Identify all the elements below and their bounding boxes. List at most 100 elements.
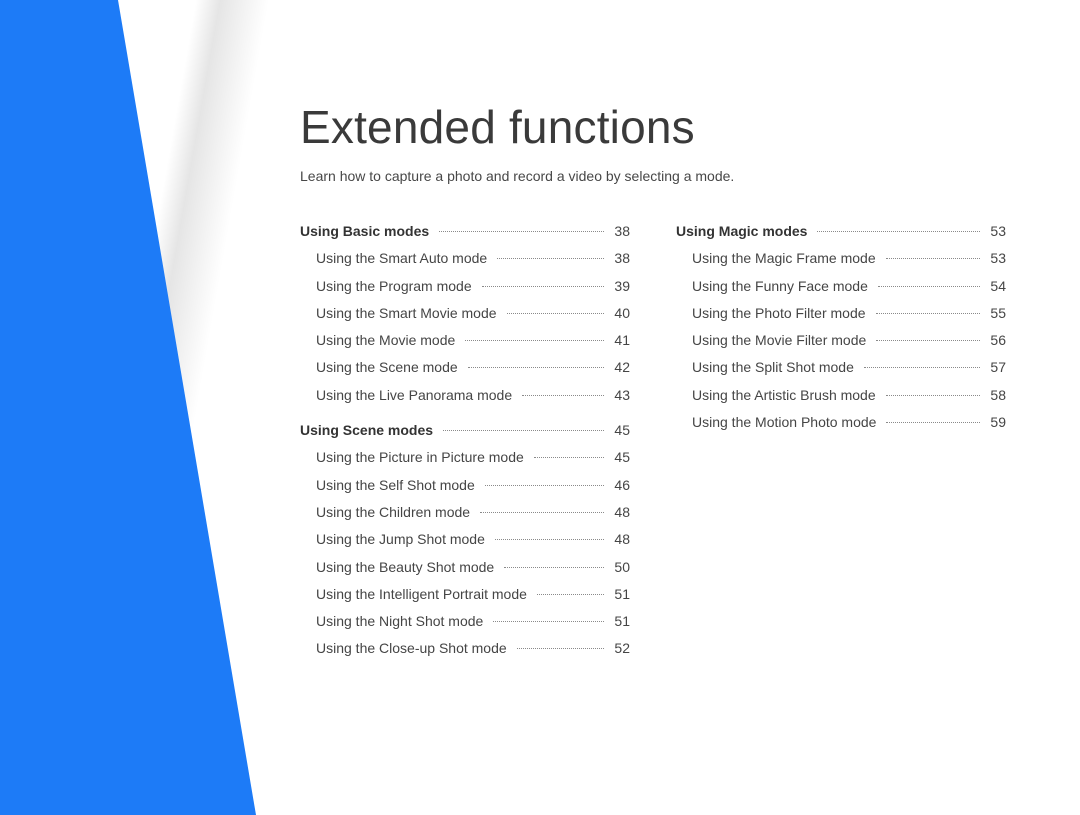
toc-dot-leader bbox=[522, 395, 604, 396]
toc-label: Using the Picture in Picture mode bbox=[300, 444, 530, 471]
toc-label: Using the Beauty Shot mode bbox=[300, 554, 500, 581]
toc-entry[interactable]: Using the Self Shot mode 46 bbox=[300, 472, 630, 499]
toc-label: Using the Motion Photo mode bbox=[676, 409, 882, 436]
toc-page-number: 58 bbox=[984, 382, 1006, 409]
toc-page-number: 51 bbox=[608, 608, 630, 635]
page-content: Extended functions Learn how to capture … bbox=[300, 100, 1020, 671]
toc-label: Using the Artistic Brush mode bbox=[676, 382, 882, 409]
toc-dot-leader bbox=[886, 395, 981, 396]
toc-entry[interactable]: Using the Program mode 39 bbox=[300, 273, 630, 300]
toc-page-number: 51 bbox=[608, 581, 630, 608]
toc-label: Using the Program mode bbox=[300, 273, 478, 300]
toc-dot-leader bbox=[534, 457, 605, 458]
toc-section: Using Scene modes45Using the Picture in … bbox=[300, 417, 630, 663]
toc-dot-leader bbox=[497, 258, 604, 259]
toc-label: Using the Split Shot mode bbox=[676, 354, 860, 381]
toc-dot-leader bbox=[864, 367, 981, 368]
toc-entry[interactable]: Using the Night Shot mode 51 bbox=[300, 608, 630, 635]
toc-dot-leader bbox=[439, 231, 604, 232]
toc-entry[interactable]: Using the Smart Movie mode40 bbox=[300, 300, 630, 327]
toc-page-number: 38 bbox=[608, 245, 630, 272]
toc-entry[interactable]: Using the Live Panorama mode 43 bbox=[300, 382, 630, 409]
toc-dot-leader bbox=[537, 594, 605, 595]
toc-page-number: 52 bbox=[608, 635, 630, 662]
toc-page-number: 53 bbox=[984, 218, 1006, 245]
toc-page-number: 45 bbox=[608, 417, 630, 444]
toc-label: Using the Movie mode bbox=[300, 327, 461, 354]
toc-section: Using Magic modes53Using the Magic Frame… bbox=[676, 218, 1006, 436]
page-title: Extended functions bbox=[300, 100, 1020, 154]
toc-section-header[interactable]: Using Basic modes38 bbox=[300, 218, 630, 245]
toc-dot-leader bbox=[485, 485, 605, 486]
toc-label: Using the Close-up Shot mode bbox=[300, 635, 513, 662]
toc-dot-leader bbox=[465, 340, 604, 341]
toc-label: Using Magic modes bbox=[676, 218, 813, 245]
toc-label: Using the Jump Shot mode bbox=[300, 526, 491, 553]
toc-entry[interactable]: Using the Jump Shot mode 48 bbox=[300, 526, 630, 553]
toc-entry[interactable]: Using the Movie mode 41 bbox=[300, 327, 630, 354]
toc-page-number: 48 bbox=[608, 526, 630, 553]
toc-dot-leader bbox=[493, 621, 604, 622]
toc-section-header[interactable]: Using Magic modes 53 bbox=[676, 218, 1006, 245]
toc-label: Using the Self Shot mode bbox=[300, 472, 481, 499]
toc-page-number: 55 bbox=[984, 300, 1006, 327]
toc-page-number: 39 bbox=[608, 273, 630, 300]
toc-page-number: 57 bbox=[984, 354, 1006, 381]
toc-section-header[interactable]: Using Scene modes 45 bbox=[300, 417, 630, 444]
toc-dot-leader bbox=[817, 231, 980, 232]
toc-page-number: 46 bbox=[608, 472, 630, 499]
toc-dot-leader bbox=[886, 258, 981, 259]
toc-dot-leader bbox=[443, 430, 604, 431]
toc-label: Using the Live Panorama mode bbox=[300, 382, 518, 409]
toc-dot-leader bbox=[876, 313, 981, 314]
toc-label: Using the Magic Frame mode bbox=[676, 245, 882, 272]
toc-page-number: 43 bbox=[608, 382, 630, 409]
toc-label: Using the Night Shot mode bbox=[300, 608, 489, 635]
toc-entry[interactable]: Using the Funny Face mode 54 bbox=[676, 273, 1006, 300]
toc-entry[interactable]: Using the Picture in Picture mode 45 bbox=[300, 444, 630, 471]
toc-page-number: 54 bbox=[984, 273, 1006, 300]
toc-label: Using the Smart Auto mode bbox=[300, 245, 493, 272]
toc-entry[interactable]: Using the Movie Filter mode 56 bbox=[676, 327, 1006, 354]
toc-label: Using the Movie Filter mode bbox=[676, 327, 872, 354]
toc-dot-leader bbox=[886, 422, 980, 423]
toc-dot-leader bbox=[504, 567, 604, 568]
toc-entry[interactable]: Using the Smart Auto mode 38 bbox=[300, 245, 630, 272]
toc-page-number: 59 bbox=[984, 409, 1006, 436]
toc-page-number: 48 bbox=[608, 499, 630, 526]
toc-dot-leader bbox=[468, 367, 605, 368]
toc-entry[interactable]: Using the Intelligent Portrait mode 51 bbox=[300, 581, 630, 608]
toc-entry[interactable]: Using the Children mode 48 bbox=[300, 499, 630, 526]
toc-dot-leader bbox=[482, 286, 605, 287]
toc-entry[interactable]: Using the Artistic Brush mode 58 bbox=[676, 382, 1006, 409]
toc-entry[interactable]: Using the Close-up Shot mode 52 bbox=[300, 635, 630, 662]
toc-page-number: 56 bbox=[984, 327, 1006, 354]
toc-entry[interactable]: Using the Split Shot mode 57 bbox=[676, 354, 1006, 381]
toc-label: Using the Children mode bbox=[300, 499, 476, 526]
toc-entry[interactable]: Using the Motion Photo mode 59 bbox=[676, 409, 1006, 436]
toc-label: Using the Photo Filter mode bbox=[676, 300, 872, 327]
toc-label: Using Basic modes bbox=[300, 218, 435, 245]
toc-dot-leader bbox=[878, 286, 981, 287]
toc-dot-leader bbox=[507, 313, 605, 314]
toc-page-number: 41 bbox=[608, 327, 630, 354]
toc-entry[interactable]: Using the Beauty Shot mode 50 bbox=[300, 554, 630, 581]
toc-dot-leader bbox=[495, 539, 605, 540]
toc-label: Using the Intelligent Portrait mode bbox=[300, 581, 533, 608]
toc-label: Using the Funny Face mode bbox=[676, 273, 874, 300]
toc-entry[interactable]: Using the Magic Frame mode 53 bbox=[676, 245, 1006, 272]
toc-entry[interactable]: Using the Scene mode42 bbox=[300, 354, 630, 381]
page-subtitle: Learn how to capture a photo and record … bbox=[300, 168, 1020, 184]
toc-entry[interactable]: Using the Photo Filter mode 55 bbox=[676, 300, 1006, 327]
toc-column: Using Magic modes53Using the Magic Frame… bbox=[676, 218, 1006, 671]
toc-dot-leader bbox=[876, 340, 980, 341]
toc-label: Using the Smart Movie mode bbox=[300, 300, 503, 327]
toc-dot-leader bbox=[480, 512, 604, 513]
toc-columns: Using Basic modes38Using the Smart Auto … bbox=[300, 218, 1020, 671]
toc-label: Using Scene modes bbox=[300, 417, 439, 444]
toc-page-number: 45 bbox=[608, 444, 630, 471]
toc-column: Using Basic modes38Using the Smart Auto … bbox=[300, 218, 630, 671]
toc-page-number: 53 bbox=[984, 245, 1006, 272]
toc-page-number: 50 bbox=[608, 554, 630, 581]
toc-dot-leader bbox=[517, 648, 605, 649]
